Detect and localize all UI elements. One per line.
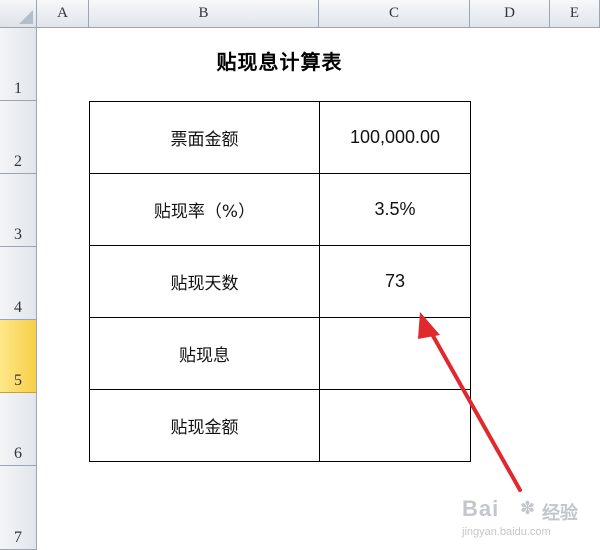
- watermark-logo: Bai: [462, 496, 500, 521]
- red-arrow-icon: [418, 312, 522, 492]
- watermark-url: jingyan.baidu.com: [462, 526, 551, 538]
- baidu-jingyan-watermark: Bai ✽ 经验 jingyan.baidu.com: [460, 496, 600, 546]
- paw-icon: ✽: [520, 498, 536, 518]
- spreadsheet: A B C D E 1 2 3 4 5 6 7 贴现息计算表 票面金额 100,…: [0, 0, 600, 550]
- watermark-logo-suffix: 经验: [542, 503, 578, 523]
